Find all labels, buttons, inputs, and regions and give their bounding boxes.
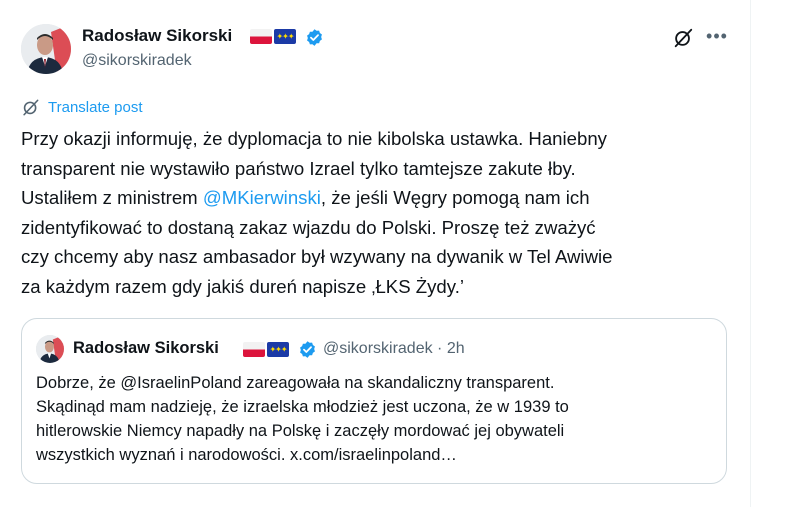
quoted-post-line: Dobrze, że @IsraelinPoland zareagowała n… — [36, 374, 555, 392]
quoted-author-handle-time: @sikorskiradek · 2h — [323, 340, 465, 357]
author-avatar[interactable] — [21, 24, 71, 74]
post-text-segment: Ustaliłem z ministrem — [21, 187, 203, 209]
post-line: czy chcemy aby nasz ambasador był wzywan… — [21, 246, 613, 268]
author-handle[interactable]: @sikorskiradek — [82, 52, 192, 70]
more-icon[interactable]: ••• — [704, 27, 730, 49]
post-line: Ustaliłem z ministrem @MKierwinski, że j… — [21, 183, 721, 213]
author-flags: ✦✦✦ — [250, 29, 296, 44]
quoted-author-avatar[interactable] — [36, 335, 64, 363]
flag-poland-icon — [250, 29, 272, 44]
grok-icon[interactable] — [672, 27, 694, 49]
post-card[interactable]: Radosław Sikorski ✦✦✦ @sikorskiradek •••… — [0, 0, 750, 507]
flag-poland-icon — [243, 342, 265, 357]
verified-badge-icon[interactable] — [305, 28, 324, 47]
post-line: Przy okazji informuję, że dyplomacja to … — [21, 128, 607, 149]
post-text-segment: , że jeśli Węgry pomogą nam ich — [320, 187, 590, 209]
flag-eu-icon: ✦✦✦ — [274, 29, 296, 44]
quoted-post-text: Dobrze, że @IsraelinPoland zareagowała n… — [36, 371, 716, 467]
quoted-author-flags: ✦✦✦ — [243, 342, 289, 357]
quoted-post-line: Skądinąd mam nadzieję, że izraelska młod… — [36, 398, 569, 416]
quoted-author-name: Radosław Sikorski — [73, 339, 219, 357]
translate-icon — [23, 99, 39, 116]
mention-link[interactable]: @MKierwinski — [203, 187, 321, 208]
verified-badge-icon — [300, 341, 315, 358]
translate-label: Translate post — [48, 99, 143, 116]
flag-eu-icon: ✦✦✦ — [267, 342, 289, 357]
right-sidebar-edge — [751, 0, 789, 507]
post-text: Przy okazji informuję, że dyplomacja to … — [21, 124, 721, 302]
post-line: transparent nie wystawiło państwo Izrael… — [21, 157, 576, 179]
post-line: za każdym razem gdy jakiś dureń napisze … — [21, 275, 464, 297]
author-name[interactable]: Radosław Sikorski — [82, 25, 232, 47]
translate-post-link[interactable]: Translate post — [21, 98, 143, 117]
post-line: zidentyfikować to dostaną zakaz wjazdu d… — [21, 216, 596, 238]
quoted-post-line: wszystkich wyznań i narodowości. x.com/i… — [36, 446, 457, 464]
quoted-post-line: hitlerowskie Niemcy napadły na Polskę i … — [36, 422, 565, 440]
